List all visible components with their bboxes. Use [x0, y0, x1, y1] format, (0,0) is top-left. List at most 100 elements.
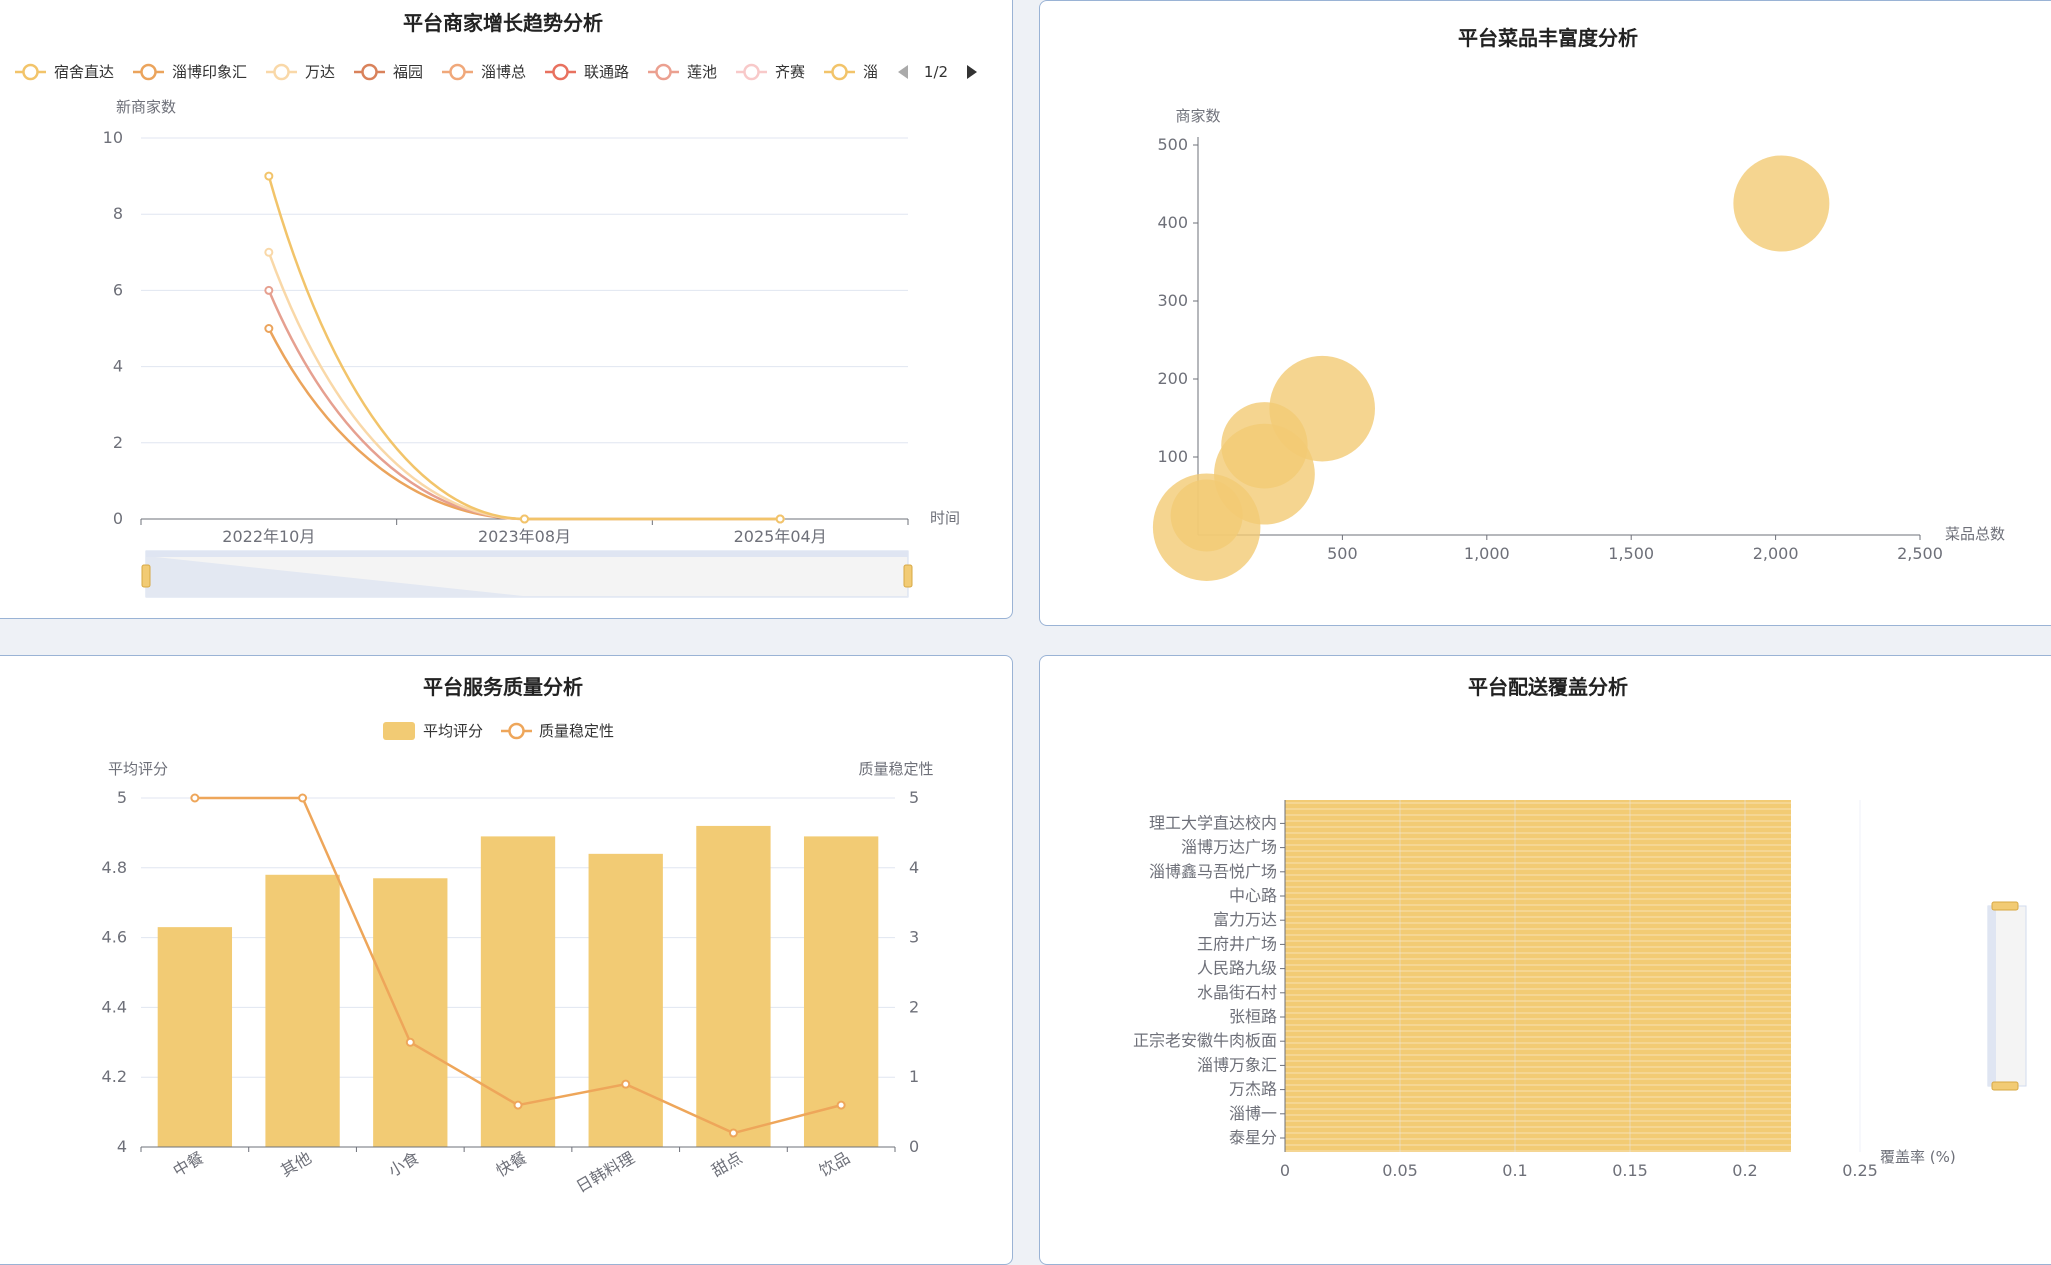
y-tick-label: 万杰路 [1229, 1080, 1277, 1099]
x-tick-label: 甜点 [708, 1148, 745, 1180]
x-tick-label: 1,000 [1464, 544, 1510, 563]
legend-page-indicator: 1/2 [924, 63, 948, 81]
x-tick-label: 中餐 [170, 1148, 207, 1180]
legend[interactable]: 宿舍直达 淄博印象汇 万达 福园 淄博总 联通路 莲池 齐赛 淄 [15, 63, 878, 81]
bar [373, 878, 448, 1147]
y-tick-label: 富力万达 [1213, 910, 1277, 929]
legend-marker [449, 63, 466, 81]
data-point [621, 1079, 631, 1089]
service-quality-panel: 平台服务质量分析 平均评分 质量稳定性 4 4.2 4.4 4.6 4.8 5 0 1 2 3 4 5… [0, 655, 1013, 1265]
legend-label: 齐赛 [775, 63, 805, 81]
service-quality-chart: 平台服务质量分析 平均评分 质量稳定性 4 4.2 4.4 4.6 4.8 5 0 1 2 3 4 5… [102, 675, 934, 1196]
legend-item[interactable]: 淄博总 [442, 63, 526, 81]
legend-item[interactable]: 宿舍直达 [15, 63, 114, 81]
legend-marker [22, 63, 39, 81]
x-tick-label: 0 [1280, 1161, 1290, 1180]
y-tick-label: 淄博一 [1229, 1104, 1277, 1123]
y-tick-label: 中心路 [1229, 886, 1277, 905]
legend-marker [743, 63, 760, 81]
x-axis-name: 覆盖率 (%) [1880, 1148, 1956, 1166]
y2-tick-label: 5 [909, 788, 919, 807]
y-tick-label: 2 [113, 433, 123, 452]
bubble [1170, 479, 1243, 552]
y-tick-label: 张桓路 [1229, 1007, 1277, 1026]
y-tick-label: 4.8 [102, 858, 127, 877]
legend-item[interactable]: 淄博印象汇 [133, 63, 247, 81]
x-tick-label: 2,500 [1897, 544, 1943, 563]
bubble [1733, 155, 1830, 252]
y-tick-label: 300 [1157, 291, 1188, 310]
plot-area: 0 0.05 0.1 0.15 0.2 0.25覆盖率 (%) 泰星分 淄博一 万杰路 淄博万象汇… [1133, 800, 1956, 1180]
data-point [264, 247, 274, 257]
series-line [267, 175, 781, 521]
legend-label: 平均评分 [423, 722, 483, 740]
x-tick-label: 2025年04月 [734, 527, 827, 546]
legend-label: 淄 [863, 63, 878, 81]
y-tick-label: 人民路九级 [1197, 959, 1277, 978]
legend-label: 质量稳定性 [539, 722, 614, 740]
data-point [775, 514, 785, 524]
legend-item[interactable]: 齐赛 [736, 63, 805, 81]
zoom-handle-bottom[interactable] [1991, 1081, 2019, 1091]
legend-item[interactable]: 莲池 [648, 63, 717, 81]
x-tick-label: 2023年08月 [478, 527, 571, 546]
plot-area: 100 200 300 400 500 500 1,000 1,500 2,000 2,500菜品… [1152, 107, 2005, 581]
merchant-growth-panel: 平台商家增长趋势分析 宿舍直达 淄博印象汇 万达 福园 淄博总 联通路 莲池 齐赛 淄 0 2 4 6… [0, 0, 1013, 619]
legend-item-avg-score[interactable]: 平均评分 [383, 722, 483, 740]
x-tick-label: 其他 [277, 1148, 314, 1180]
y-tick-label: 4.4 [102, 997, 127, 1016]
series-line [267, 251, 781, 521]
legend-label: 联通路 [584, 63, 629, 81]
y-tick-label: 淄博万象汇 [1197, 1055, 1277, 1074]
x-tick-label: 2022年10月 [222, 527, 315, 546]
y-tick-label: 0 [113, 509, 123, 528]
y-tick-label: 4 [113, 357, 123, 376]
legend-marker [552, 63, 569, 81]
legend-item[interactable]: 福园 [354, 63, 423, 81]
legend-item[interactable]: 万达 [266, 63, 335, 81]
data-point [836, 1100, 846, 1110]
y-tick-label: 水晶街石村 [1197, 983, 1277, 1002]
legend-marker [831, 63, 848, 81]
legend-label: 福园 [393, 63, 423, 81]
y2-tick-label: 3 [909, 928, 919, 947]
legend-label: 淄博总 [481, 63, 526, 81]
plot-area: 0 2 4 6 8 10 2022年10月 2023年08月 2025年04月 时间 新商家数 [103, 98, 960, 546]
chart-title: 平台服务质量分析 [423, 675, 583, 699]
y2-tick-label: 2 [909, 997, 919, 1016]
legend-item[interactable]: 联通路 [545, 63, 629, 81]
legend[interactable]: 平均评分 质量稳定性 [383, 722, 614, 740]
legend-item[interactable]: 淄 [824, 63, 878, 81]
y-axis-name: 平均评分 [108, 760, 168, 778]
bar [803, 836, 879, 1147]
legend-marker [655, 63, 672, 81]
bar [157, 927, 233, 1147]
next-page-icon[interactable] [967, 65, 977, 79]
data-point [264, 171, 274, 181]
x-tick-label: 饮品 [816, 1148, 853, 1180]
zoom-handle-left[interactable] [141, 564, 151, 588]
zoom-handle-top[interactable] [1991, 901, 2019, 911]
legend-pager[interactable]: 1/2 [898, 63, 977, 81]
coverage-bars-block [1285, 800, 1791, 1152]
data-point [298, 793, 308, 803]
vertical-data-zoom-slider[interactable] [1987, 901, 2027, 1091]
legend-marker [361, 63, 378, 81]
legend-label: 宿舍直达 [54, 63, 114, 81]
delivery-coverage-panel: 平台配送覆盖分析 0 0.05 0.1 0.15 0.2 0.25 覆盖率 (%) 泰星分 淄博… [1039, 655, 2051, 1265]
prev-page-icon[interactable] [898, 65, 908, 79]
y-tick-label: 王府井广场 [1197, 934, 1277, 953]
chart-title: 平台菜品丰富度分析 [1458, 26, 1638, 50]
legend-item-stability[interactable]: 质量稳定性 [501, 722, 614, 740]
chart-title: 平台商家增长趋势分析 [403, 11, 603, 35]
x-tick-label: 0.05 [1382, 1161, 1418, 1180]
legend-marker [273, 63, 290, 81]
bar [588, 853, 663, 1147]
data-zoom-slider[interactable] [141, 550, 913, 598]
y-axis-name: 新商家数 [116, 98, 176, 116]
x-tick-label: 500 [1327, 544, 1358, 563]
y-tick-label: 淄博万达广场 [1181, 838, 1277, 857]
dish-richness-panel: 平台菜品丰富度分析 100 200 300 400 500 500 1,000 1,500 2,… [1039, 0, 2051, 626]
y-tick-label: 淄博鑫马吾悦广场 [1149, 862, 1277, 881]
zoom-handle-right[interactable] [903, 564, 913, 588]
